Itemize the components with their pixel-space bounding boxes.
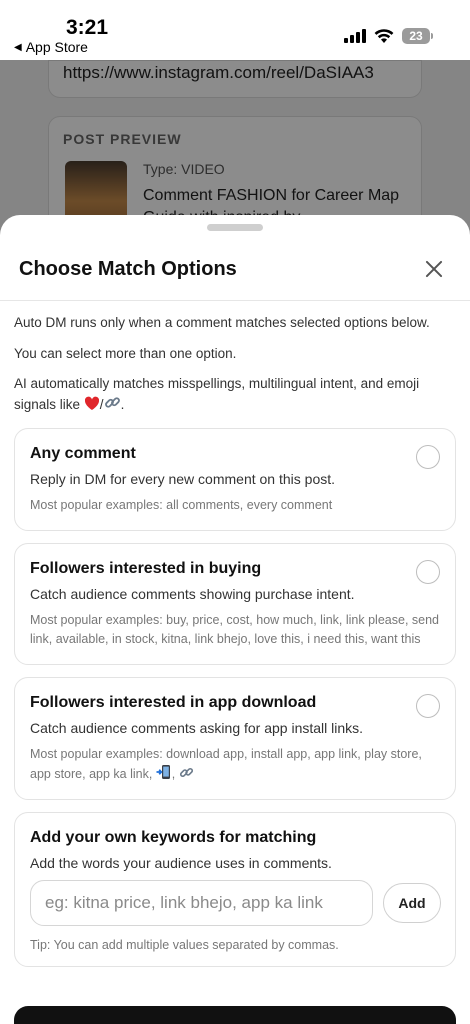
keyword-input[interactable] [30,879,373,926]
custom-keywords-description: Add the words your audience uses in comm… [30,854,332,871]
intro-text-3: AI automatically matches misspellings, m… [14,376,420,412]
option-examples: Most popular examples: download app, ins… [30,746,422,782]
primary-action-button[interactable] [14,1006,456,1024]
status-time: 3:21 [66,16,109,39]
link-emoji-icon [104,397,120,408]
heart-emoji-icon [84,396,99,410]
match-options-sheet: Choose Match Options Auto DM runs only w… [0,215,470,1024]
link-emoji-icon [179,768,193,778]
keyword-input-row: Add [30,879,441,926]
option-examples: Most popular examples: buy, price, cost,… [30,613,439,647]
option-examples: Most popular examples: all comments, eve… [30,498,333,513]
status-bar: 3:21 ◀ App Store 23 [0,0,470,60]
option-any-comment[interactable]: Any comment Reply in DM for every new co… [14,428,456,531]
option-description: Catch audience comments showing purchase… [30,585,355,602]
sheet-grabber-handle[interactable] [207,224,263,231]
screen: 3:21 ◀ App Store 23 https://www.instagra… [0,0,470,1024]
keyword-tip: Tip: You can add multiple values separat… [30,937,339,952]
wifi-icon [374,29,394,43]
option-app-download-radio[interactable] [416,693,440,718]
back-app-label: App Store [25,39,88,55]
option-examples-text: Most popular examples: download app, ins… [30,746,422,782]
mobile-download-emoji-icon [156,765,170,780]
intro-text-3-suffix: . [120,396,125,412]
custom-keywords-title: Add your own keywords for matching [30,828,317,846]
option-title: Followers interested in buying [30,559,262,577]
back-to-app-store-link[interactable]: ◀ App Store [14,39,88,55]
battery-level: 23 [409,29,423,43]
sheet-title: Choose Match Options [19,258,237,280]
option-buying-radio[interactable] [416,559,440,584]
status-icons: 23 [344,28,433,44]
option-title: Any comment [30,445,136,463]
battery-icon: 23 [402,28,433,44]
option-interested-in-app-download[interactable]: Followers interested in app download Cat… [14,676,456,800]
sheet-body: Auto DM runs only when a comment matches… [14,313,456,967]
option-title: Followers interested in app download [30,693,317,711]
back-triangle-icon: ◀ [14,41,22,53]
sheet-header: Choose Match Options [0,245,470,301]
option-interested-in-buying[interactable]: Followers interested in buying Catch aud… [14,542,456,665]
option-description: Reply in DM for every new comment on thi… [30,471,336,488]
intro-text-2: You can select more than one option. [14,345,237,361]
intro-text-1: Auto DM runs only when a comment matches… [14,315,430,330]
cellular-signal-icon [344,29,366,43]
custom-keywords-card: Add your own keywords for matching Add t… [14,811,456,967]
close-icon[interactable] [422,257,446,281]
add-keyword-button[interactable]: Add [383,882,441,923]
option-description: Catch audience comments asking for app i… [30,719,364,736]
option-any-comment-radio[interactable] [416,445,440,470]
intro-text-3-main: AI automatically matches misspellings, m… [14,376,420,412]
